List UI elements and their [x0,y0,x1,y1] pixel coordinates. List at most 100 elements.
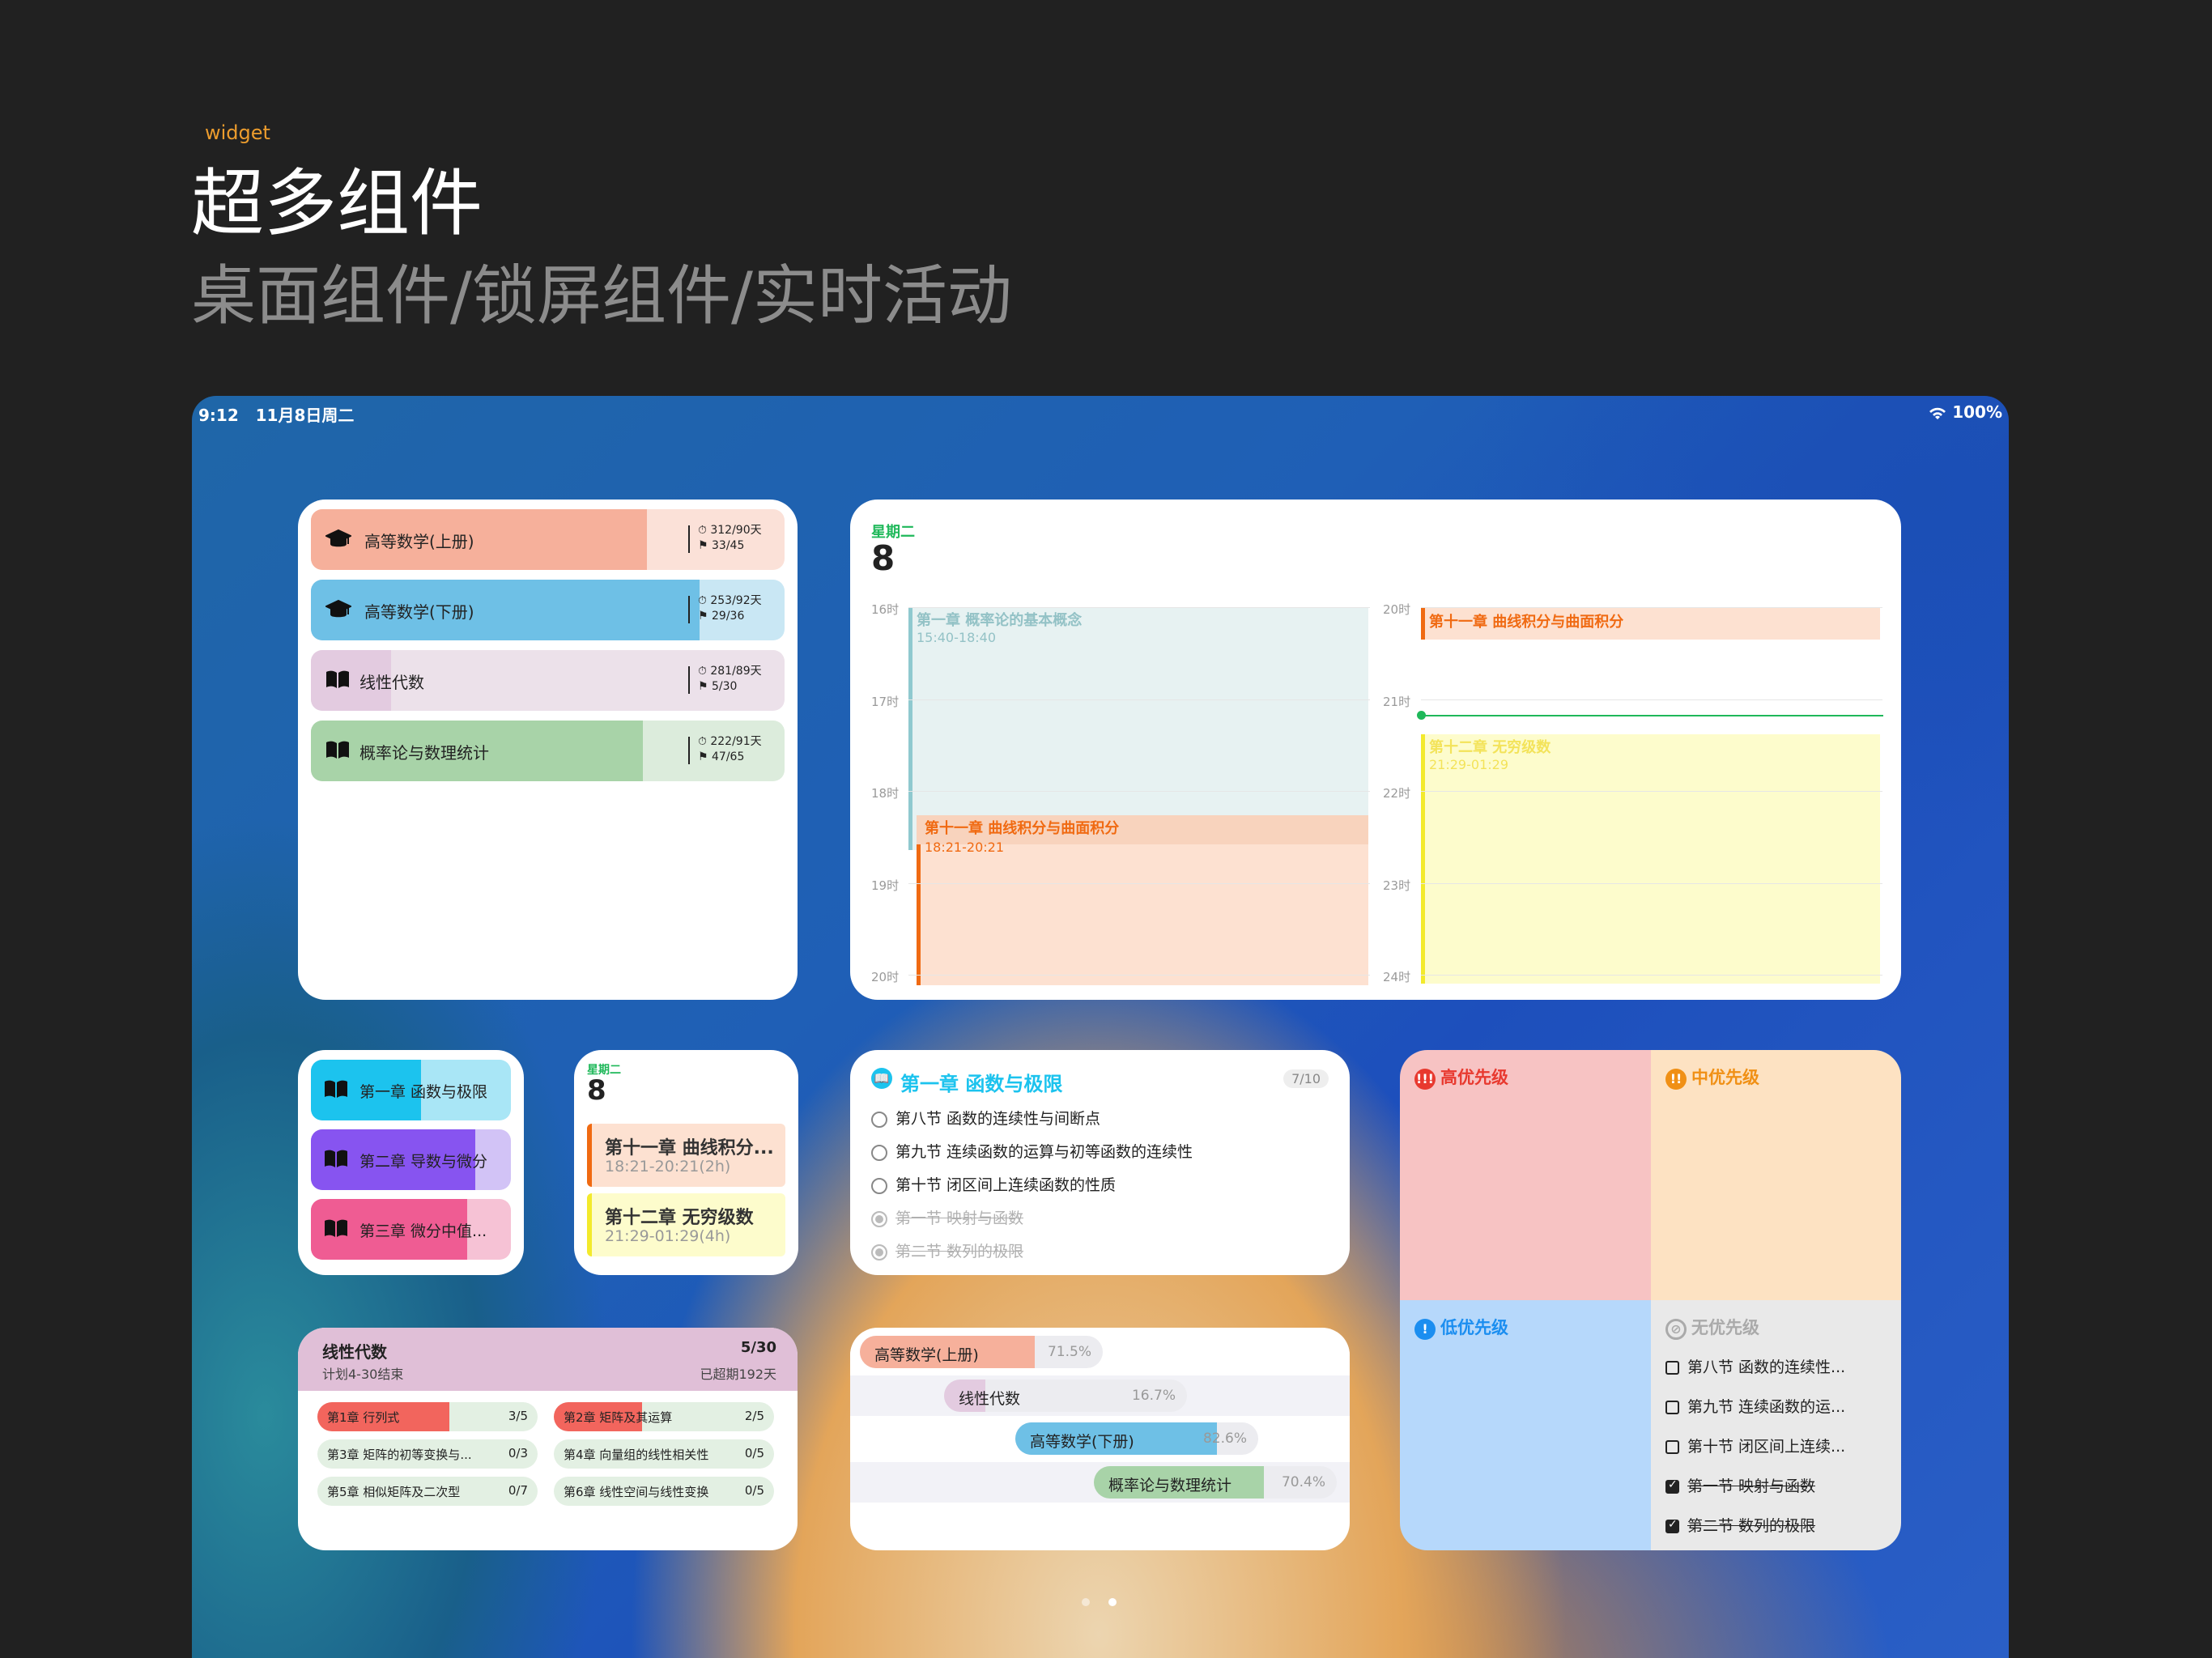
course-tasks: ⚑ 33/45 [698,539,745,552]
quadrant-none-label: 无优先级 [1691,1318,1759,1337]
plan-chapter[interactable]: 第4章 向量组的线性相关性 0/5 [554,1439,774,1469]
course-gantt-bar[interactable]: 高等数学(上册) 71.5% [860,1336,1103,1368]
hour-label: 17时 [871,694,900,709]
hour-label: 20时 [871,970,900,984]
course-row[interactable]: 概率论与数理统计 ⏱ 222/91天 ⚑ 47/65 [311,721,785,781]
checklist-count: 7/10 [1283,1069,1329,1088]
wifi-icon [1929,402,1952,422]
hour-label: 22时 [1383,786,1411,801]
priority-item[interactable]: 第一节 映射与函数 [1665,1474,1815,1496]
course-tasks: ⚑ 5/30 [698,680,738,693]
chapter-checklist-widget[interactable]: 📖 第一章 函数与极限 7/10 第八节 函数的连续性与间断点 第九节 连续函数的… [850,1050,1350,1275]
quadrant-none[interactable]: ⊘ 无优先级 第八节 函数的连续性... 第九节 连续函数的运... 第十节 闭区间上… [1651,1300,1901,1550]
book-icon [324,1149,348,1171]
course-days: ⏱ 281/89天 [698,665,762,678]
plan-deadline: 计划4-30结束 [322,1367,404,1382]
plan-overdue: 已超期192天 [700,1367,776,1382]
current-time-line [1421,715,1883,716]
page-subtitle: 桌面组件/锁屏组件/实时活动 [191,258,1012,334]
course-gantt-bar[interactable]: 线性代数 16.7% [944,1379,1187,1412]
checklist-title: 第一章 函数与极限 [900,1073,1063,1095]
book-icon [325,670,350,694]
course-gantt-bar[interactable]: 概率论与数理统计 70.4% [1094,1465,1337,1499]
plan-chapter[interactable]: 第5章 相似矩阵及二次型 0/7 [317,1477,538,1506]
checklist-item[interactable]: 第十节 闭区间上连续函数的性质 [871,1173,1116,1195]
chapter-row[interactable]: 第二章 导数与微分 [311,1129,511,1190]
checkbox-icon[interactable] [1665,1361,1679,1375]
quadrant-high[interactable]: !!! 高优先级 [1400,1050,1651,1300]
empty-circle-icon[interactable] [871,1144,887,1161]
course-row[interactable]: 线性代数 ⏱ 281/89天 ⚑ 5/30 [311,650,785,711]
checked-box-icon[interactable] [1665,1478,1679,1494]
current-time-dot [1417,711,1426,720]
status-time: 9:12 11月8日周二 [198,406,355,425]
graduation-cap-icon [324,529,353,555]
course-days: ⏱ 312/90天 [698,524,762,537]
page-dot-1[interactable] [1082,1598,1090,1606]
page-title: 超多组件 [191,161,483,246]
course-name: 高等数学(上册) [364,532,474,551]
priority-item[interactable]: 第八节 函数的连续性... [1665,1355,1845,1377]
calendar-day-widget[interactable]: 星期二 8 第一章 概率论的基本概念 15:40-18:40 第十一章 曲线积分… [850,500,1901,1000]
chapter-progress-widget[interactable]: 第一章 函数与极限第二章 导数与微分第三章 微分中值... [298,1050,524,1275]
calendar-day-number: 8 [871,538,895,578]
priority-item[interactable]: 第十节 闭区间上连续... [1665,1435,1845,1456]
mini-calendar-widget[interactable]: 星期二 8 第十一章 曲线积分... 18:21-20:21(2h) 第十二章 … [574,1050,798,1275]
priority-item[interactable]: 第二节 数列的极限 [1665,1514,1815,1536]
plan-count: 5/30 [740,1339,776,1356]
course-name: 高等数学(下册) [364,602,474,622]
priority-item[interactable]: 第九节 连续函数的运... [1665,1395,1845,1417]
course-progress-widget[interactable]: 高等数学(上册) ⏱ 312/90天 ⚑ 33/45 高等数学(下册) ⏱ 253/92… [298,500,798,1000]
info-exclamation-icon: ! [1414,1319,1436,1340]
status-right: 100% [1929,402,2002,422]
priority-matrix-widget[interactable]: !!! 高优先级 !! 中优先级 ! 低优先级 ⊘ 无优先级 第八节 函数的连续性...… [1400,1050,1901,1550]
plan-chapter[interactable]: 第1章 行列式 3/5 [317,1402,538,1431]
course-row[interactable]: 高等数学(上册) ⏱ 312/90天 ⚑ 33/45 [311,509,785,570]
checklist-item[interactable]: 第一节 映射与函数 [871,1206,1023,1228]
event-probability-ch1[interactable]: 第一章 概率论的基本概念 15:40-18:40 [908,607,1368,850]
book-icon [324,1079,348,1102]
no-priority-icon: ⊘ [1665,1319,1687,1340]
exclamation-icon: !! [1665,1069,1687,1090]
mini-calendar-day: 8 [587,1074,606,1107]
mini-event-ch11[interactable]: 第十一章 曲线积分... 18:21-20:21(2h) [587,1124,785,1187]
checklist-item[interactable]: 第九节 连续函数的运算与初等函数的连续性 [871,1140,1193,1162]
checkbox-icon[interactable] [1665,1440,1679,1454]
mini-event-ch12[interactable]: 第十二章 无穷级数 21:29-01:29(4h) [587,1193,785,1256]
event-calculus-ch11[interactable]: 第十一章 曲线积分与曲面积分 18:21-20:21 [917,815,1368,985]
quadrant-low[interactable]: ! 低优先级 [1400,1300,1651,1550]
hour-label: 18时 [871,786,900,801]
empty-circle-icon[interactable] [871,1111,887,1128]
checkbox-icon[interactable] [1665,1401,1679,1414]
course-tasks: ⚑ 29/36 [698,610,745,623]
hour-label: 24时 [1383,970,1411,984]
course-row[interactable]: 高等数学(下册) ⏱ 253/92天 ⚑ 29/36 [311,580,785,640]
checklist-item[interactable]: 第八节 函数的连续性与间断点 [871,1107,1100,1129]
ipad-home-screen: 9:12 11月8日周二 100% 高等数学(上册) ⏱ 312/90天 ⚑ 33/… [192,396,2009,1658]
checked-circle-icon[interactable] [871,1244,887,1261]
course-name: 概率论与数理统计 [359,743,489,763]
quadrant-mid-label: 中优先级 [1691,1068,1759,1087]
event-series-ch12[interactable]: 第十二章 无穷级数 21:29-01:29 [1421,734,1880,984]
empty-circle-icon[interactable] [871,1177,887,1194]
book-icon [324,1218,348,1241]
chapter-row[interactable]: 第一章 函数与极限 [311,1060,511,1120]
quadrant-mid[interactable]: !! 中优先级 [1651,1050,1901,1300]
chapter-name: 第三章 微分中值... [359,1222,487,1240]
course-gantt-bar[interactable]: 高等数学(下册) 82.6% [1015,1422,1258,1455]
chapter-row[interactable]: 第三章 微分中值... [311,1199,511,1260]
plan-chapter[interactable]: 第6章 线性空间与线性变换 0/5 [554,1477,774,1506]
plan-chapter[interactable]: 第2章 矩阵及其运算 2/5 [554,1402,774,1431]
checked-box-icon[interactable] [1665,1518,1679,1533]
event-calculus-ch11-continued[interactable]: 第十一章 曲线积分与曲面积分 [1421,607,1880,640]
chapter-name: 第一章 函数与极限 [359,1083,488,1101]
plan-chapter[interactable]: 第3章 矩阵的初等变换与... 0/3 [317,1439,538,1469]
checked-circle-icon[interactable] [871,1210,887,1227]
page-dot-2[interactable] [1108,1598,1117,1606]
checklist-item[interactable]: 第二节 数列的极限 [871,1239,1023,1261]
course-name: 线性代数 [359,673,424,692]
quadrant-high-label: 高优先级 [1440,1068,1508,1087]
study-plan-widget[interactable]: 线性代数 5/30 计划4-30结束 已超期192天 第1章 行列式 3/5 第2章… [298,1328,798,1550]
status-date: 11月8日周二 [255,406,355,425]
course-completion-widget[interactable]: 高等数学(上册) 71.5% 线性代数 16.7% 高等数学(下册) 82.6% 概率论与数… [850,1328,1350,1550]
